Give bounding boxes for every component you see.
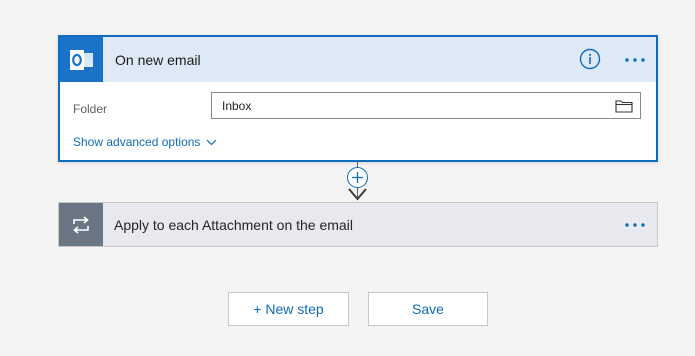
apply-to-each-title: Apply to each Attachment on the email bbox=[114, 216, 353, 233]
folder-label: Folder bbox=[73, 102, 108, 116]
apply-to-each-card[interactable]: Apply to each Attachment on the email bbox=[58, 202, 658, 247]
plus-icon[interactable] bbox=[347, 167, 368, 188]
trigger-body: Folder Inbox Show advanced options bbox=[60, 82, 656, 162]
info-icon[interactable] bbox=[579, 48, 601, 70]
advanced-options-label: Show advanced options bbox=[73, 135, 201, 149]
save-button[interactable]: Save bbox=[368, 292, 488, 326]
trigger-header[interactable]: On new email bbox=[60, 37, 656, 82]
chevron-down-icon bbox=[206, 139, 217, 146]
trigger-title: On new email bbox=[115, 51, 201, 68]
folder-field[interactable]: Inbox bbox=[211, 92, 641, 119]
show-advanced-options-link[interactable]: Show advanced options bbox=[73, 135, 217, 149]
loop-icon bbox=[59, 203, 103, 246]
more-dots-icon[interactable] bbox=[622, 216, 648, 234]
new-step-button[interactable]: + New step bbox=[228, 292, 349, 326]
folder-value: Inbox bbox=[222, 98, 252, 113]
outlook-icon bbox=[60, 37, 103, 82]
arrow-down-icon bbox=[348, 188, 367, 201]
more-dots-icon[interactable] bbox=[622, 51, 648, 69]
trigger-card[interactable]: On new email Folder Inbox Show advanced … bbox=[58, 35, 658, 162]
folder-icon[interactable] bbox=[615, 98, 633, 114]
